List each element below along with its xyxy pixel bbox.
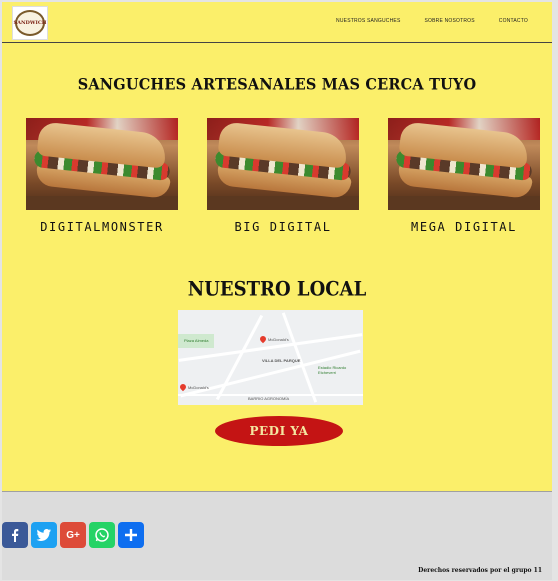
map-label: BARRIO AGRONOMÍA (248, 396, 290, 401)
nav-sobre-nosotros[interactable]: SOBRE NOSOTROS (424, 18, 474, 24)
map-label: VILLA DEL PARQUE (262, 358, 301, 363)
main-content: SANGUCHES ARTESANALES MAS CERCA TUYO DIG… (2, 43, 552, 491)
copyright-text: Derechos reservados por el grupo 11 (418, 567, 542, 574)
product-name: BIG DIGITAL (234, 220, 332, 234)
whatsapp-icon[interactable] (89, 522, 115, 548)
logo-text: SANDWICH (13, 20, 47, 26)
site-header: SANDWICH NUESTROS SANGUCHES SOBRE NOSOTR… (2, 2, 552, 43)
facebook-icon[interactable] (2, 522, 28, 548)
product-image[interactable] (207, 118, 359, 210)
order-now-button[interactable]: PEDI YA (215, 416, 343, 446)
map-pin-icon[interactable] (178, 382, 188, 392)
product-name: MEGA DIGITAL (411, 220, 517, 234)
nav-contacto[interactable]: CONTACTO (499, 18, 528, 24)
logo-emblem: SANDWICH (13, 10, 47, 36)
local-title: NUESTRO LOCAL (187, 277, 367, 302)
social-share-bar: G+ (2, 522, 144, 548)
product-card[interactable]: BIG DIGITAL (207, 118, 359, 234)
product-name: DIGITALMONSTER (40, 220, 164, 234)
map-label: Plaza Almeda (184, 338, 209, 343)
map-label: Estadio Ricardo Etcheverri (318, 365, 347, 375)
location-map[interactable]: Plaza Almeda McDonald's VILLA DEL PARQUE… (178, 310, 363, 405)
twitter-icon[interactable] (31, 522, 57, 548)
google-plus-icon[interactable]: G+ (60, 522, 86, 548)
map-label: McDonald's (268, 337, 289, 342)
product-card[interactable]: MEGA DIGITAL (388, 118, 540, 234)
map-pin-icon[interactable] (258, 334, 268, 344)
main-nav: NUESTROS SANGUCHES SOBRE NOSOTROS CONTAC… (336, 18, 528, 24)
map-road (215, 314, 264, 401)
product-image[interactable] (388, 118, 540, 210)
site-footer: G+ Derechos reservados por el grupo 11 (2, 491, 552, 580)
site-logo[interactable]: SANDWICH (12, 6, 48, 40)
product-image[interactable] (26, 118, 178, 210)
nav-nuestros-sanguches[interactable]: NUESTROS SANGUCHES (336, 18, 400, 24)
google-plus-glyph: G+ (66, 529, 80, 541)
share-plus-icon[interactable] (118, 522, 144, 548)
hero-title: SANGUCHES ARTESANALES MAS CERCA TUYO (77, 75, 477, 94)
product-card[interactable]: DIGITALMONSTER (26, 118, 178, 234)
map-label: McDonald's (188, 385, 209, 390)
